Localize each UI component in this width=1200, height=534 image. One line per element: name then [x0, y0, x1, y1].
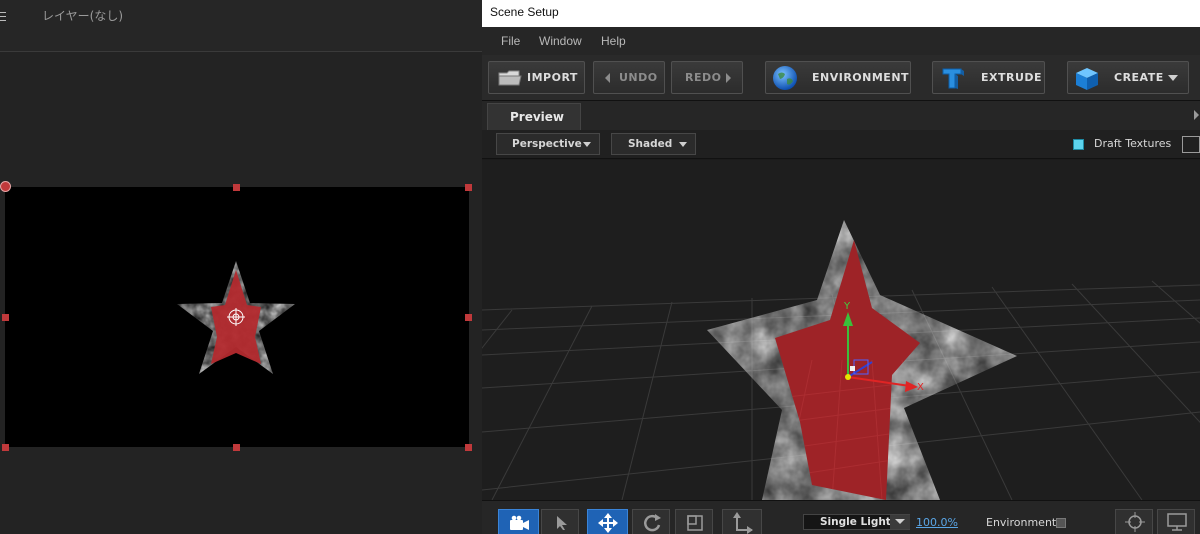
shading-mode-value: Shaded: [628, 138, 673, 150]
create-label: CREATE: [1114, 71, 1164, 84]
viewport-scene: Y X: [482, 220, 1200, 500]
environment-button[interactable]: ENVIRONMENT: [765, 61, 911, 94]
folder-icon: [498, 70, 522, 86]
menu-window[interactable]: Window: [539, 34, 582, 48]
main-toolbar: IMPORT UNDO REDO ENVIRONMENT EXTRUDE CRE…: [482, 55, 1200, 101]
monitor-icon: [1167, 513, 1187, 531]
globe-icon: [773, 66, 797, 90]
undo-label: UNDO: [619, 71, 658, 84]
hamburger-menu-icon[interactable]: [0, 10, 10, 24]
create-dropdown-icon: [1168, 75, 1178, 81]
panel-expand-arrow-icon[interactable]: [1194, 110, 1199, 120]
move-tool-button[interactable]: [587, 509, 628, 534]
cube-icon: [1076, 68, 1098, 90]
axis-arrows-icon: [733, 512, 753, 534]
layer-panel: レイヤー(なし): [0, 0, 482, 534]
undo-button[interactable]: UNDO: [593, 61, 665, 94]
tab-preview-label: Preview: [510, 110, 565, 124]
lighting-value: Single Light: [820, 516, 891, 528]
target-view-button[interactable]: [1115, 509, 1153, 534]
video-camera-icon: [510, 515, 529, 530]
create-button[interactable]: CREATE: [1067, 61, 1189, 94]
x-axis-label: X: [917, 382, 924, 393]
y-axis-label: Y: [843, 301, 851, 312]
scene-setup-window: Scene Setup File Window Help IMPORT UNDO…: [482, 0, 1200, 534]
import-button[interactable]: IMPORT: [488, 61, 585, 94]
environment-label: ENVIRONMENT: [812, 71, 910, 84]
display-mode-button[interactable]: [1157, 509, 1195, 534]
transform-handle-right[interactable]: [465, 314, 472, 321]
environment-toggle-label: Environment: [986, 516, 1057, 529]
menu-help[interactable]: Help: [601, 34, 626, 48]
maximize-viewport-icon[interactable]: [1182, 136, 1200, 153]
3d-viewport[interactable]: Y X: [482, 160, 1200, 500]
view-mode-dropdown[interactable]: Perspective: [496, 133, 600, 155]
transform-handle-bottom-right[interactable]: [465, 444, 472, 451]
redo-arrow-icon: [726, 73, 731, 83]
panel-tab-row: Preview: [482, 101, 1200, 130]
move-arrows-icon: [598, 513, 618, 533]
window-title: Scene Setup: [490, 5, 559, 19]
extrude-label: EXTRUDE: [981, 71, 1043, 84]
environment-checkbox[interactable]: [1056, 518, 1066, 528]
transform-handle-bottom-left[interactable]: [2, 444, 9, 451]
draft-textures-label: Draft Textures: [1094, 137, 1172, 150]
lighting-dropdown[interactable]: Single Light: [803, 514, 910, 530]
menu-file[interactable]: File: [501, 34, 520, 48]
extrude-button[interactable]: EXTRUDE: [932, 61, 1045, 94]
scale-tool-button[interactable]: [675, 509, 713, 534]
axis-tool-button[interactable]: [722, 509, 762, 534]
zoom-level[interactable]: 100.0%: [916, 516, 958, 529]
rotation-handle[interactable]: [0, 181, 11, 192]
layer-panel-header: レイヤー(なし): [0, 0, 482, 52]
chevron-down-icon: [583, 142, 591, 147]
window-titlebar: Scene Setup: [482, 0, 1200, 27]
menu-bar: File Window Help: [482, 27, 1200, 55]
star-layer-preview: [177, 261, 295, 374]
chevron-down-icon: [679, 142, 687, 147]
redo-button[interactable]: REDO: [671, 61, 743, 94]
rotate-icon: [644, 514, 661, 532]
rotate-tool-button[interactable]: [632, 509, 670, 534]
view-mode-value: Perspective: [512, 138, 582, 150]
shading-mode-dropdown[interactable]: Shaded: [611, 133, 696, 155]
select-tool-button[interactable]: [541, 509, 579, 534]
undo-arrow-icon: [605, 73, 610, 83]
extrude-text-icon: [942, 68, 964, 89]
transform-handle-top-right[interactable]: [465, 184, 472, 191]
composition-canvas[interactable]: [5, 187, 469, 447]
chevron-down-icon: [895, 519, 905, 524]
layer-label: レイヤー(なし): [42, 9, 124, 23]
draft-textures-checkbox[interactable]: [1073, 139, 1084, 150]
camera-tool-button[interactable]: [498, 509, 539, 534]
viewport-bottom-toolbar: Single Light 100.0% Environment: [482, 500, 1200, 534]
redo-label: REDO: [685, 71, 722, 84]
scale-box-icon: [687, 515, 703, 531]
import-label: IMPORT: [527, 71, 578, 84]
crosshair-icon: [1125, 512, 1145, 532]
tab-preview[interactable]: Preview: [487, 103, 581, 130]
cursor-arrow-icon: [557, 516, 567, 530]
transform-handle-bottom[interactable]: [233, 444, 240, 451]
viewport-options: Perspective Shaded Draft Textures: [482, 130, 1200, 159]
transform-handle-left[interactable]: [2, 314, 9, 321]
transform-handle-top[interactable]: [233, 184, 240, 191]
